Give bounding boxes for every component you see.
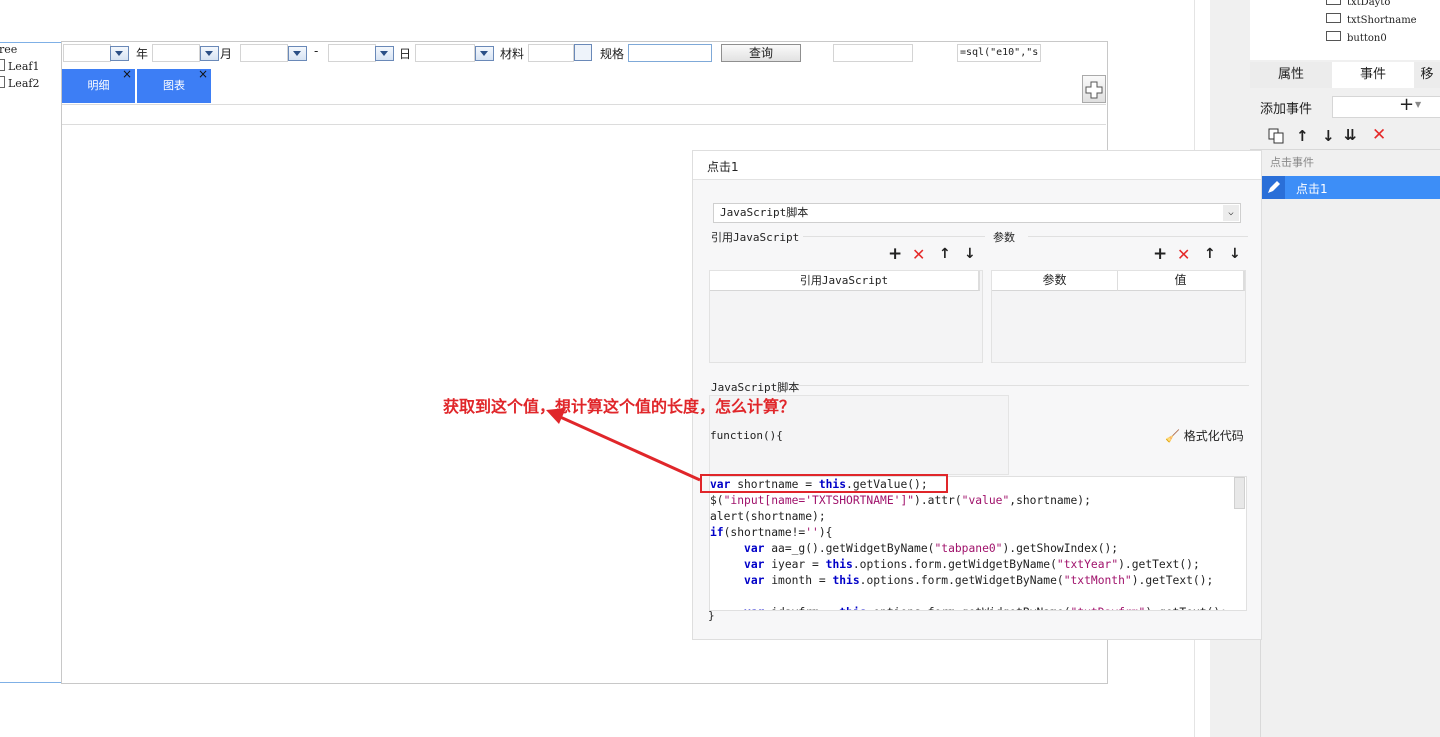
day-to-field[interactable] (328, 44, 376, 62)
tab-chart[interactable]: 图表 × (137, 67, 211, 103)
code-text[interactable]: var shortname = this.getValue(); $("inpu… (710, 477, 1246, 610)
divider (1028, 236, 1248, 237)
broom-icon: 🧹 (1165, 429, 1180, 443)
delete-icon[interactable]: ✕ (1177, 245, 1190, 264)
material-dropdown-icon[interactable] (475, 46, 494, 61)
tree-panel: ree Leaf1 Leaf2 (0, 42, 62, 683)
dialog-header: 点击1 (693, 151, 1261, 180)
day-from-field[interactable] (240, 44, 288, 62)
tab-events[interactable]: 事件 (1332, 62, 1414, 88)
ref-js-section-label: 引用JavaScript (711, 231, 800, 244)
leaf-icon (0, 76, 5, 88)
ref-js-column-header: 引用JavaScript (710, 271, 980, 291)
grid-select-icon[interactable] (574, 44, 592, 61)
add-event-label: 添加事件 (1260, 102, 1313, 117)
chevron-down-icon[interactable]: ⌵ (1223, 205, 1239, 221)
arrow-down-icon[interactable]: ↓ (1229, 246, 1241, 262)
chevron-down-icon: ▼ (1415, 100, 1422, 109)
ref-js-table: 引用JavaScript (709, 270, 983, 363)
divider (1250, 149, 1440, 150)
value-column-header: 值 (1118, 271, 1245, 291)
tab-properties[interactable]: 属性 (1250, 62, 1332, 88)
divider (62, 124, 1106, 125)
formula-field[interactable]: =sql("e10","s (957, 44, 1041, 62)
tab-more[interactable]: 移 (1414, 62, 1440, 88)
query-button[interactable]: 查询 (721, 44, 801, 62)
arrow-up-icon[interactable]: ↑ (1296, 127, 1309, 145)
params-table: 参数 值 (991, 270, 1246, 363)
dialog-title: 点击1 (707, 160, 739, 174)
day-to-dropdown-icon[interactable] (375, 46, 394, 61)
section-label: 点击事件 (1270, 156, 1314, 169)
param-column-header: 参数 (992, 271, 1118, 291)
month-field[interactable] (152, 44, 200, 62)
month-label: 月 (220, 47, 233, 61)
spec-label: 规格 (600, 47, 625, 61)
dash-label: - (314, 44, 319, 58)
delete-icon[interactable]: ✕ (912, 245, 925, 264)
annotation-note: 获取到这个值，想计算这个值的长度，怎么计算？ (443, 397, 796, 416)
script-type-select[interactable]: JavaScript脚本 ⌵ (713, 203, 1241, 223)
tab-detail[interactable]: 明细 × (62, 67, 135, 103)
plus-icon[interactable]: + (888, 244, 902, 264)
arrow-down-icon[interactable]: ↓ (964, 246, 976, 262)
add-event-dropdown[interactable]: + ▼ (1332, 94, 1440, 118)
close-icon[interactable]: × (198, 57, 208, 91)
highlight-box (700, 474, 948, 493)
widget-icon (1326, 0, 1341, 5)
move-bottom-icon[interactable]: ⇊ (1344, 126, 1357, 144)
arrow-up-icon[interactable]: ↑ (939, 246, 951, 262)
close-icon[interactable]: × (122, 57, 132, 91)
widget-icon (1326, 31, 1341, 41)
material-field[interactable] (415, 44, 475, 62)
plus-icon[interactable]: + (1153, 244, 1167, 264)
hidden-field[interactable] (833, 44, 913, 62)
widget-item[interactable]: txtShortname (1326, 13, 1417, 26)
tree-leaf-2[interactable]: Leaf2 (0, 76, 39, 90)
arrow-down-icon[interactable]: ↓ (1322, 127, 1335, 145)
scrollbar-thumb[interactable] (1234, 477, 1245, 509)
year-field[interactable] (63, 44, 111, 62)
plus-icon (1085, 81, 1103, 99)
day-label: 日 (399, 47, 412, 61)
divider (803, 236, 985, 237)
format-code-button[interactable]: 🧹 格式化代码 (1165, 427, 1244, 444)
edit-icon[interactable] (1262, 176, 1285, 199)
event-item-label: 点击1 (1296, 182, 1328, 196)
function-header: function(){ (710, 429, 783, 442)
divider (797, 385, 1249, 386)
divider (62, 104, 1106, 105)
widget-item[interactable]: txtDayto (1326, 0, 1390, 8)
tree-leaf-1[interactable]: Leaf1 (0, 59, 39, 73)
code-editor[interactable]: var shortname = this.getValue(); $("inpu… (709, 476, 1247, 611)
widget-icon (1326, 13, 1341, 23)
params-section-label: 参数 (993, 231, 1015, 244)
material-label: 材料 (500, 47, 525, 61)
plus-icon: + (1399, 94, 1415, 115)
widget-list: txtDayto txtShortname button0 (1250, 0, 1440, 60)
day-from-dropdown-icon[interactable] (288, 46, 307, 61)
delete-icon[interactable]: ✕ (1372, 125, 1386, 145)
widget-item[interactable]: button0 (1326, 31, 1387, 44)
event-item-selected[interactable]: 点击1 (1262, 176, 1440, 199)
spec-input[interactable] (628, 44, 712, 62)
arrow-up-icon[interactable]: ↑ (1204, 246, 1216, 262)
copy-icon[interactable] (1268, 128, 1286, 144)
add-tab-button[interactable] (1082, 75, 1106, 103)
tree-root[interactable]: ree (0, 43, 17, 56)
material-input[interactable] (528, 44, 574, 62)
year-label: 年 (136, 47, 149, 61)
leaf-icon (0, 59, 5, 71)
